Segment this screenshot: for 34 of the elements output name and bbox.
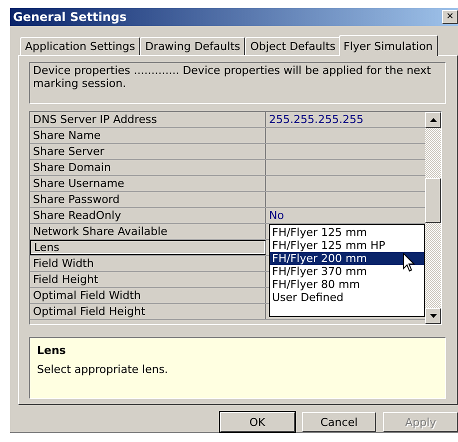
property-name[interactable]: Share Domain [30,160,266,175]
property-name[interactable]: Field Height [30,272,266,287]
tab[interactable]: Flyer Simulation [338,35,438,56]
scrollbar[interactable] [425,112,441,324]
up-arrow-icon[interactable] [430,118,436,122]
property-name[interactable]: Optimal Field Width [30,288,266,303]
property-name[interactable]: Field Width [30,256,266,271]
down-arrow-icon[interactable] [430,314,436,318]
property-name[interactable]: Share ReadOnly [30,208,266,223]
property-name[interactable]: Network Share Available [30,224,266,239]
tab[interactable]: Drawing Defaults [140,37,246,55]
property-name[interactable]: Lens [30,240,266,255]
dropdown-option[interactable]: FH/Flyer 200 mm [270,252,424,265]
property-name[interactable]: DNS Server IP Address [30,112,266,127]
property-name[interactable]: Share Server [30,144,266,159]
property-name[interactable]: Share Name [30,128,266,143]
scroll-down-button[interactable] [425,308,441,324]
help-title: Lens [37,344,67,357]
help-text: Select appropriate lens. [37,363,170,376]
mouse-cursor-icon [403,253,415,272]
tab[interactable]: Object Defaults [245,37,340,55]
property-value[interactable]: 255.255.255.255 [266,112,425,127]
close-button[interactable]: ✕ [442,10,458,24]
window-title: General Settings [13,10,127,24]
property-name[interactable]: Share Password [30,192,266,207]
scroll-thumb[interactable] [425,178,441,223]
property-name[interactable]: Share Username [30,176,266,191]
property-value[interactable]: No [266,208,425,223]
tab[interactable]: Application Settings [20,37,140,55]
scroll-up-button[interactable] [425,112,441,128]
dialog-button[interactable]: OK [220,412,295,432]
dialog-button[interactable]: Cancel [302,412,376,432]
property-name[interactable]: Optimal Field Height [30,304,266,319]
description-text: Device properties ............. Device properties will be applied for the next marking session. [29,62,446,104]
